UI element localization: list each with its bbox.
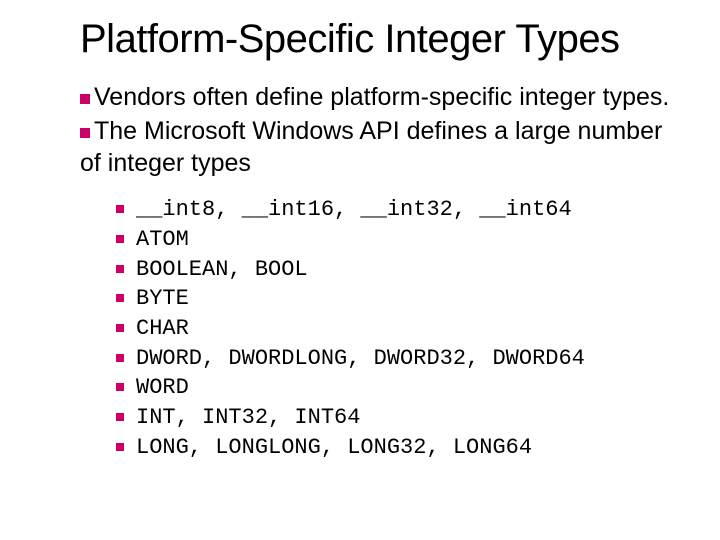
square-bullet-icon [80,128,90,138]
sub-bullet-text: WORD [136,375,189,400]
square-bullet-icon [116,413,124,421]
sub-bullet-text: BYTE [136,286,189,311]
main-bullet-item: The Microsoft Windows API defines a larg… [80,115,680,179]
sub-bullet-item: __int8, __int16, __int32, __int64 [116,195,680,225]
sub-bullet-item: WORD [116,373,680,403]
sub-bullet-text: DWORD, DWORDLONG, DWORD32, DWORD64 [136,346,585,371]
main-bullet-text: Vendors often define platform-specific i… [94,83,669,111]
square-bullet-icon [116,383,124,391]
sub-bullet-item: BOOLEAN, BOOL [116,255,680,285]
main-bullet-list: Vendors often define platform-specific i… [80,81,680,179]
square-bullet-icon [116,235,124,243]
square-bullet-icon [116,265,124,273]
sub-bullet-text: INT, INT32, INT64 [136,405,360,430]
sub-bullet-item: CHAR [116,314,680,344]
main-bullet-text: The Microsoft Windows API defines a larg… [80,117,662,177]
slide: Platform-Specific Integer Types Vendors … [0,0,720,540]
sub-bullet-text: LONG, LONGLONG, LONG32, LONG64 [136,435,532,460]
square-bullet-icon [116,205,124,213]
sub-bullet-item: LONG, LONGLONG, LONG32, LONG64 [116,433,680,463]
square-bullet-icon [116,443,124,451]
sub-bullet-text: BOOLEAN, BOOL [136,257,308,282]
slide-title: Platform-Specific Integer Types [80,18,680,61]
sub-bullet-text: __int8, __int16, __int32, __int64 [136,197,572,222]
square-bullet-icon [80,94,90,104]
main-bullet-item: Vendors often define platform-specific i… [80,81,680,113]
sub-bullet-item: INT, INT32, INT64 [116,403,680,433]
square-bullet-icon [116,354,124,362]
sub-bullet-item: BYTE [116,284,680,314]
sub-bullet-item: ATOM [116,225,680,255]
sub-bullet-item: DWORD, DWORDLONG, DWORD32, DWORD64 [116,344,680,374]
sub-bullet-list: __int8, __int16, __int32, __int64 ATOM B… [116,195,680,462]
square-bullet-icon [116,324,124,332]
sub-bullet-text: CHAR [136,316,189,341]
square-bullet-icon [116,294,124,302]
sub-bullet-text: ATOM [136,227,189,252]
